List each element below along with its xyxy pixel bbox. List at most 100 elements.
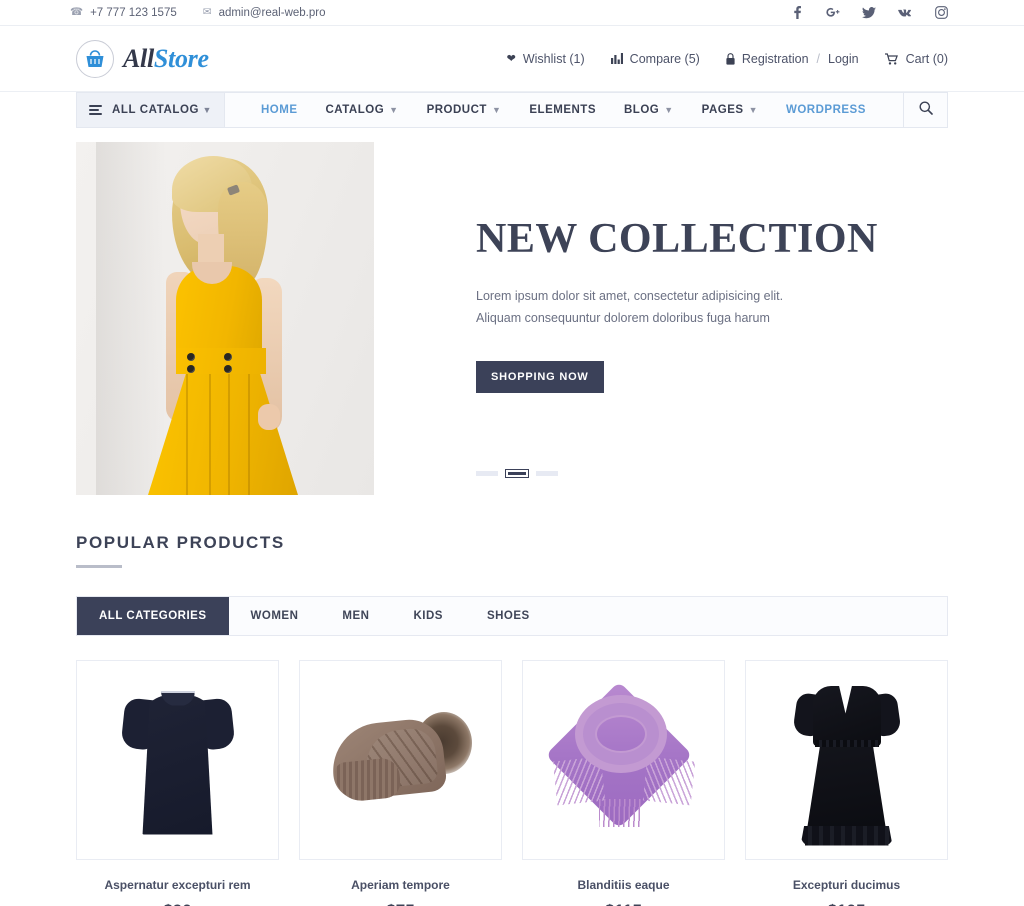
- product-price: $115: [522, 901, 725, 906]
- nav-item-label: PRODUCT: [426, 104, 487, 116]
- slider-dot-2[interactable]: [505, 469, 529, 478]
- header-links: ❤ Wishlist (1) Compare (5) Registration …: [507, 52, 948, 66]
- heart-icon: ❤: [506, 53, 516, 65]
- slider-dot-1[interactable]: [476, 471, 498, 476]
- compare-label: Compare (5): [629, 51, 700, 66]
- popular-products-section: POPULAR PRODUCTS ALL CATEGORIES WOMEN ME…: [0, 495, 1024, 906]
- slider-pagination: [476, 469, 558, 478]
- email-contact[interactable]: ✉ admin@real-web.pro: [203, 7, 326, 19]
- nav-item-product[interactable]: PRODUCT ▼: [413, 104, 516, 116]
- top-bar-contacts: ☎ +7 777 123 1575 ✉ admin@real-web.pro: [70, 7, 325, 19]
- product-image-tshirt[interactable]: [76, 659, 279, 860]
- email-address: admin@real-web.pro: [218, 6, 326, 19]
- category-tabs: ALL CATEGORIES WOMEN MEN KIDS SHOES: [76, 595, 948, 636]
- hero-slider: NEW COLLECTION Lorem ipsum dolor sit ame…: [76, 142, 948, 495]
- product-price: $75: [299, 901, 502, 906]
- tab-kids[interactable]: KIDS: [391, 597, 464, 635]
- nav-item-pages[interactable]: PAGES ▼: [688, 104, 772, 116]
- cart-label: Cart (0): [905, 51, 948, 66]
- site-header: AllStore ❤ Wishlist (1) Compare (5) Regi…: [0, 26, 1024, 92]
- nav-item-label: BLOG: [624, 104, 660, 116]
- lock-icon: [726, 52, 735, 65]
- tshirt-art: [119, 685, 236, 835]
- tab-label: KIDS: [413, 609, 443, 622]
- chevron-down-icon: ▼: [389, 105, 399, 115]
- section-title-underline: [76, 565, 122, 568]
- compare-link[interactable]: Compare (5): [610, 51, 700, 66]
- hero-subtitle: Lorem ipsum dolor sit amet, consectetur …: [476, 286, 948, 329]
- tab-shoes[interactable]: SHOES: [465, 597, 552, 635]
- chevron-down-icon: ▼: [748, 105, 758, 115]
- slider-dot-3[interactable]: [536, 471, 558, 476]
- tab-label: MEN: [342, 609, 370, 622]
- search-icon: [919, 101, 933, 120]
- nav-wrapper: ALL CATALOG ▼ HOME CATALOG ▼ PRODUCT ▼ E…: [0, 92, 1024, 128]
- search-button[interactable]: [903, 93, 947, 127]
- hero-wrapper: NEW COLLECTION Lorem ipsum dolor sit ame…: [0, 128, 1024, 495]
- all-catalog-button[interactable]: ALL CATALOG ▼: [77, 93, 225, 127]
- nav-item-label: HOME: [261, 104, 298, 116]
- section-title: POPULAR PRODUCTS: [76, 533, 285, 552]
- nav-item-blog[interactable]: BLOG ▼: [610, 104, 688, 116]
- hero-subtitle-line2: Aliquam consequuntur dolorem doloribus f…: [476, 310, 770, 325]
- account-links: Registration / Login: [726, 52, 859, 66]
- wishlist-label: Wishlist (1): [522, 51, 585, 66]
- link-separator: /: [816, 51, 821, 66]
- product-name[interactable]: Blanditiis eaque: [522, 878, 725, 892]
- product-name[interactable]: Excepturi ducimus: [745, 878, 948, 892]
- product-name[interactable]: Aperiam tempore: [299, 878, 502, 892]
- hamburger-icon: [89, 105, 102, 115]
- logo-text-store: Store: [153, 43, 209, 73]
- page-root: ☎ +7 777 123 1575 ✉ admin@real-web.pro A…: [0, 0, 1024, 906]
- tab-label: ALL CATEGORIES: [99, 609, 207, 622]
- product-card: Blanditiis eaque $115: [522, 659, 725, 906]
- tab-all-categories[interactable]: ALL CATEGORIES: [77, 596, 229, 635]
- top-bar: ☎ +7 777 123 1575 ✉ admin@real-web.pro: [0, 0, 1024, 26]
- nav-item-label: PAGES: [701, 104, 744, 116]
- cart-icon: [884, 52, 899, 65]
- tab-women[interactable]: WOMEN: [229, 597, 321, 635]
- product-card: Aperiam tempore $75: [299, 659, 502, 906]
- nav-item-home[interactable]: HOME: [247, 104, 312, 116]
- beanie-art: [326, 700, 476, 820]
- chevron-down-icon: ▼: [491, 105, 502, 115]
- logo-text-all: All: [123, 43, 154, 73]
- product-image-dress[interactable]: [745, 659, 948, 860]
- wishlist-link[interactable]: ❤ Wishlist (1): [507, 52, 585, 66]
- product-price: $90: [76, 901, 279, 906]
- product-image-scarf[interactable]: [522, 659, 725, 860]
- vk-icon[interactable]: [898, 6, 912, 20]
- twitter-icon[interactable]: [862, 6, 876, 20]
- nav-item-elements[interactable]: ELEMENTS: [515, 104, 610, 116]
- phone-icon: ☎: [70, 6, 84, 19]
- tab-label: SHOES: [486, 609, 530, 622]
- basket-logo-icon: [76, 39, 114, 78]
- social-links: [790, 6, 948, 20]
- shopping-now-button[interactable]: SHOPPING NOW: [476, 361, 604, 393]
- nav-item-label: WORDPRESS: [786, 104, 866, 116]
- product-card: Excepturi ducimus $105: [745, 659, 948, 906]
- product-name[interactable]: Aspernatur excepturi rem: [76, 878, 279, 892]
- registration-link[interactable]: Registration: [742, 52, 809, 66]
- instagram-icon[interactable]: [934, 6, 948, 20]
- hero-model-image: [76, 142, 374, 495]
- phone-contact[interactable]: ☎ +7 777 123 1575: [70, 7, 177, 19]
- nav-item-catalog[interactable]: CATALOG ▼: [312, 104, 413, 116]
- all-catalog-label: ALL CATALOG: [112, 104, 200, 116]
- tab-men[interactable]: MEN: [320, 597, 391, 635]
- product-image-beanie[interactable]: [299, 659, 502, 860]
- phone-number: +7 777 123 1575: [90, 6, 177, 19]
- nav-item-wordpress[interactable]: WORDPRESS: [772, 104, 880, 116]
- hero-subtitle-line1: Lorem ipsum dolor sit amet, consectetur …: [476, 289, 784, 303]
- logo[interactable]: AllStore: [76, 39, 209, 78]
- cart-link[interactable]: Cart (0): [884, 51, 948, 66]
- tab-label: WOMEN: [250, 609, 299, 622]
- login-link[interactable]: Login: [828, 52, 859, 66]
- envelope-icon: ✉: [202, 6, 212, 19]
- main-navigation: ALL CATALOG ▼ HOME CATALOG ▼ PRODUCT ▼ E…: [76, 92, 948, 128]
- google-plus-icon[interactable]: [826, 6, 840, 20]
- facebook-icon[interactable]: [790, 6, 804, 20]
- product-price: $105: [745, 901, 948, 906]
- logo-wordmark: AllStore: [123, 44, 209, 74]
- hero-content: NEW COLLECTION Lorem ipsum dolor sit ame…: [374, 142, 948, 495]
